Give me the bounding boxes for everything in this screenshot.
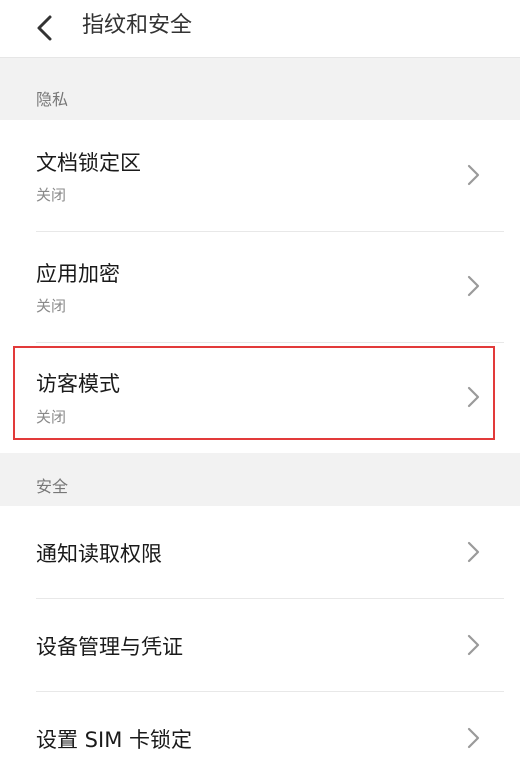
row-title: 设置 SIM 卡锁定: [36, 728, 192, 752]
chevron-right-icon: [467, 727, 480, 749]
row-title: 应用加密: [36, 262, 120, 286]
section-title-security: 安全: [36, 477, 69, 496]
chevron-right-icon: [467, 634, 480, 656]
row-status: 关闭: [36, 297, 67, 315]
row-status: 关闭: [36, 186, 67, 204]
list-item-notification-access[interactable]: 通知读取权限: [0, 506, 520, 598]
chevron-right-icon: [467, 386, 480, 408]
row-title: 访客模式: [36, 372, 120, 396]
list-item-sim-lock[interactable]: 设置 SIM 卡锁定: [0, 692, 520, 764]
chevron-left-icon: [37, 15, 52, 41]
section-header-privacy: 隐私: [0, 58, 520, 120]
back-button[interactable]: [26, 10, 62, 46]
list-item-device-admin-credentials[interactable]: 设备管理与凭证: [0, 599, 520, 691]
row-title: 设备管理与凭证: [36, 635, 183, 659]
section-title-privacy: 隐私: [36, 90, 69, 109]
chevron-right-icon: [467, 275, 480, 297]
row-title: 文档锁定区: [36, 151, 141, 175]
list-item-document-lock-zone[interactable]: 文档锁定区 关闭: [0, 120, 520, 231]
list-item-app-encryption[interactable]: 应用加密 关闭: [0, 232, 520, 342]
chevron-right-icon: [467, 164, 480, 186]
page-title: 指纹和安全: [82, 13, 193, 38]
row-title: 通知读取权限: [36, 542, 162, 566]
list-item-guest-mode[interactable]: 访客模式 关闭: [0, 343, 520, 453]
app-header: 指纹和安全: [0, 0, 520, 58]
section-header-security: 安全: [0, 453, 520, 506]
row-status: 关闭: [36, 408, 67, 426]
chevron-right-icon: [467, 541, 480, 563]
